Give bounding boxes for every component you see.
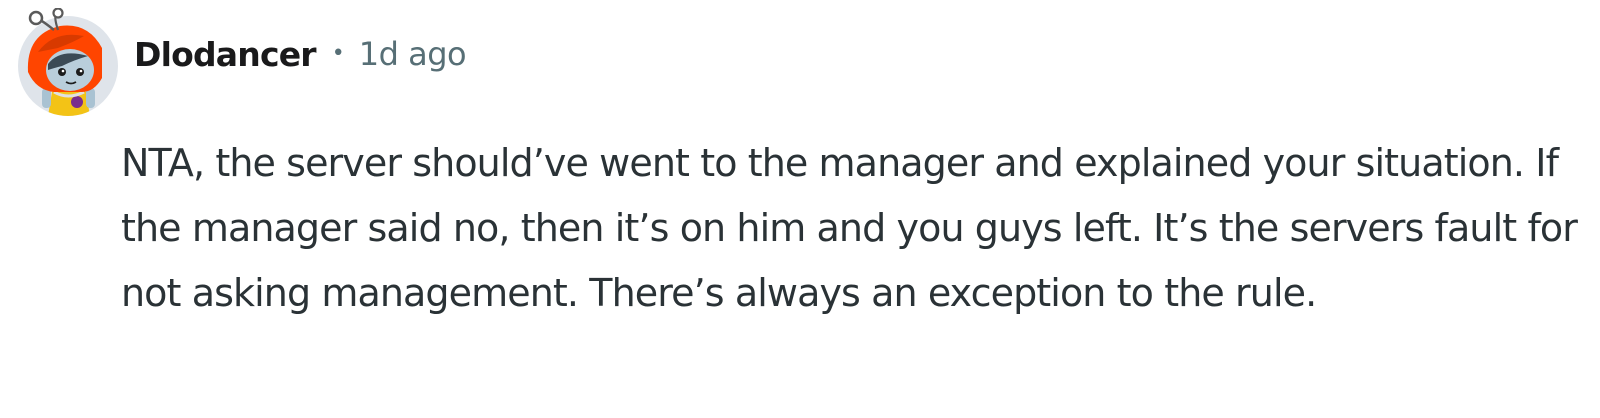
meta-separator: • bbox=[331, 40, 345, 66]
comment-body: NTA, the server should’ve went to the ma… bbox=[121, 141, 1578, 315]
avatar[interactable] bbox=[14, 8, 122, 116]
comment-timestamp[interactable]: 1d ago bbox=[359, 35, 467, 73]
snoo-avatar-icon bbox=[18, 8, 118, 116]
comment-meta: Dlodancer • 1d ago bbox=[134, 28, 467, 80]
comment: Dlodancer • 1d ago NTA, the server shoul… bbox=[0, 0, 1600, 418]
author-name[interactable]: Dlodancer bbox=[134, 35, 317, 74]
